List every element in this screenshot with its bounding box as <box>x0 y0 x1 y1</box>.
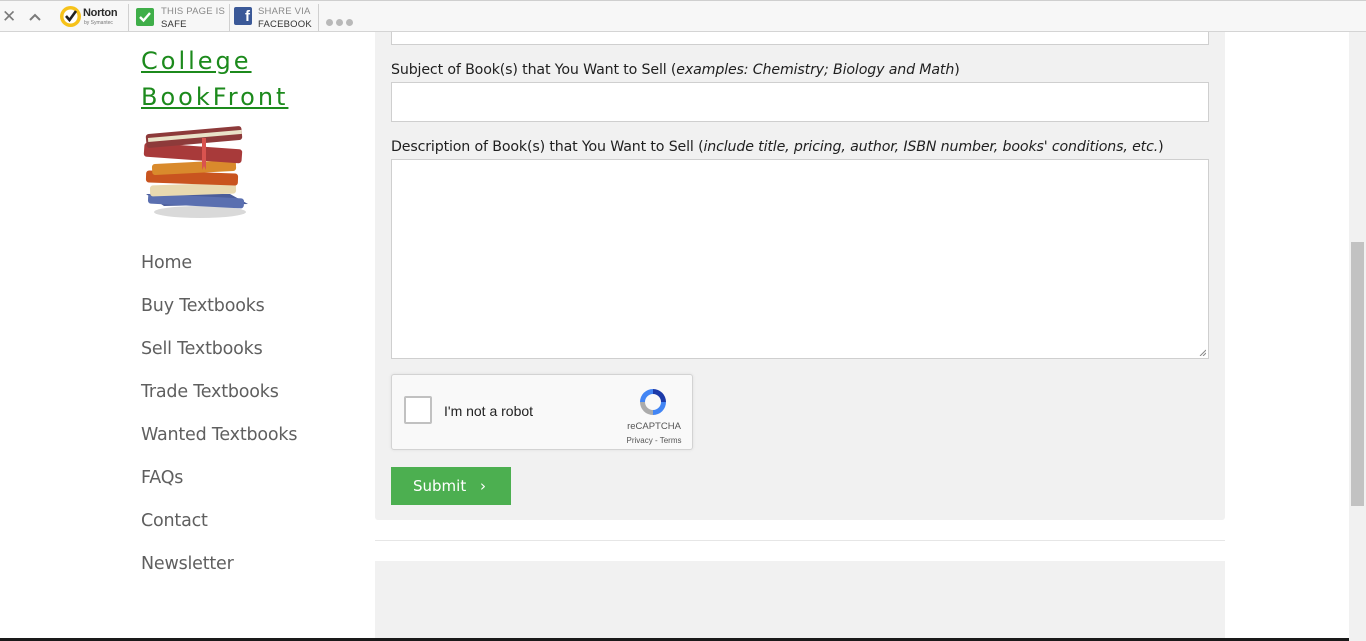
submit-label: Submit <box>413 477 467 495</box>
next-section-panel <box>375 561 1225 641</box>
site-title-line1: College <box>141 47 252 75</box>
nav-trade-textbooks[interactable]: Trade Textbooks <box>141 379 297 422</box>
main-nav: Home Buy Textbooks Sell Textbooks Trade … <box>141 250 297 594</box>
norton-brand: Norton <box>83 7 118 19</box>
recaptcha-logo-icon <box>640 389 666 415</box>
resize-grip-icon[interactable] <box>1199 349 1206 356</box>
nav-buy-textbooks[interactable]: Buy Textbooks <box>141 293 297 336</box>
recaptcha-checkbox[interactable] <box>404 396 432 424</box>
site-title[interactable]: College BookFront <box>141 43 321 115</box>
share-facebook[interactable]: SHARE VIA FACEBOOK <box>258 5 312 31</box>
nav-faqs[interactable]: FAQs <box>141 465 297 508</box>
recaptcha-brand: reCAPTCHA <box>627 421 681 432</box>
share-line2: FACEBOOK <box>258 19 312 30</box>
nav-newsletter[interactable]: Newsletter <box>141 551 297 594</box>
close-icon[interactable]: ✕ <box>2 8 16 25</box>
recaptcha-widget: I'm not a robot reCAPTCHA Privacy - Term… <box>391 374 693 450</box>
norton-sub: by Symantec <box>84 20 113 26</box>
chevron-up-icon[interactable] <box>27 9 43 25</box>
more-options-icon[interactable] <box>326 13 356 26</box>
recaptcha-label: I'm not a robot <box>444 403 534 419</box>
description-label: Description of Book(s) that You Want to … <box>391 139 1164 155</box>
section-divider <box>375 540 1225 541</box>
site-title-line2: BookFront <box>141 83 289 111</box>
norton-logo[interactable]: Norton by Symantec <box>60 5 124 29</box>
safe-status[interactable]: THIS PAGE IS SAFE <box>161 5 225 31</box>
books-image <box>140 124 252 220</box>
description-textarea[interactable] <box>391 159 1209 359</box>
facebook-icon[interactable]: f <box>234 7 252 25</box>
nav-contact[interactable]: Contact <box>141 508 297 551</box>
subject-label: Subject of Book(s) that You Want to Sell… <box>391 62 960 78</box>
submit-button[interactable]: Submit › <box>391 467 511 505</box>
norton-toolbar: ✕ Norton by Symantec THIS PAGE IS SAFE f… <box>0 0 1366 32</box>
scrollbar-thumb[interactable] <box>1351 242 1364 506</box>
toolbar-divider <box>229 4 230 31</box>
recaptcha-links[interactable]: Privacy - Terms <box>626 436 682 445</box>
nav-sell-textbooks[interactable]: Sell Textbooks <box>141 336 297 379</box>
previous-input-field[interactable] <box>391 32 1209 45</box>
chevron-right-icon: › <box>480 477 486 495</box>
safe-status-line2: SAFE <box>161 19 187 30</box>
share-line1: SHARE VIA <box>258 6 311 17</box>
toolbar-divider <box>318 4 319 31</box>
norton-check-icon <box>60 6 81 27</box>
subject-input[interactable] <box>391 82 1209 122</box>
nav-wanted-textbooks[interactable]: Wanted Textbooks <box>141 422 297 465</box>
nav-home[interactable]: Home <box>141 250 297 293</box>
toolbar-divider <box>128 4 129 31</box>
safe-status-line1: THIS PAGE IS <box>161 6 225 17</box>
safe-check-icon[interactable] <box>136 8 154 26</box>
